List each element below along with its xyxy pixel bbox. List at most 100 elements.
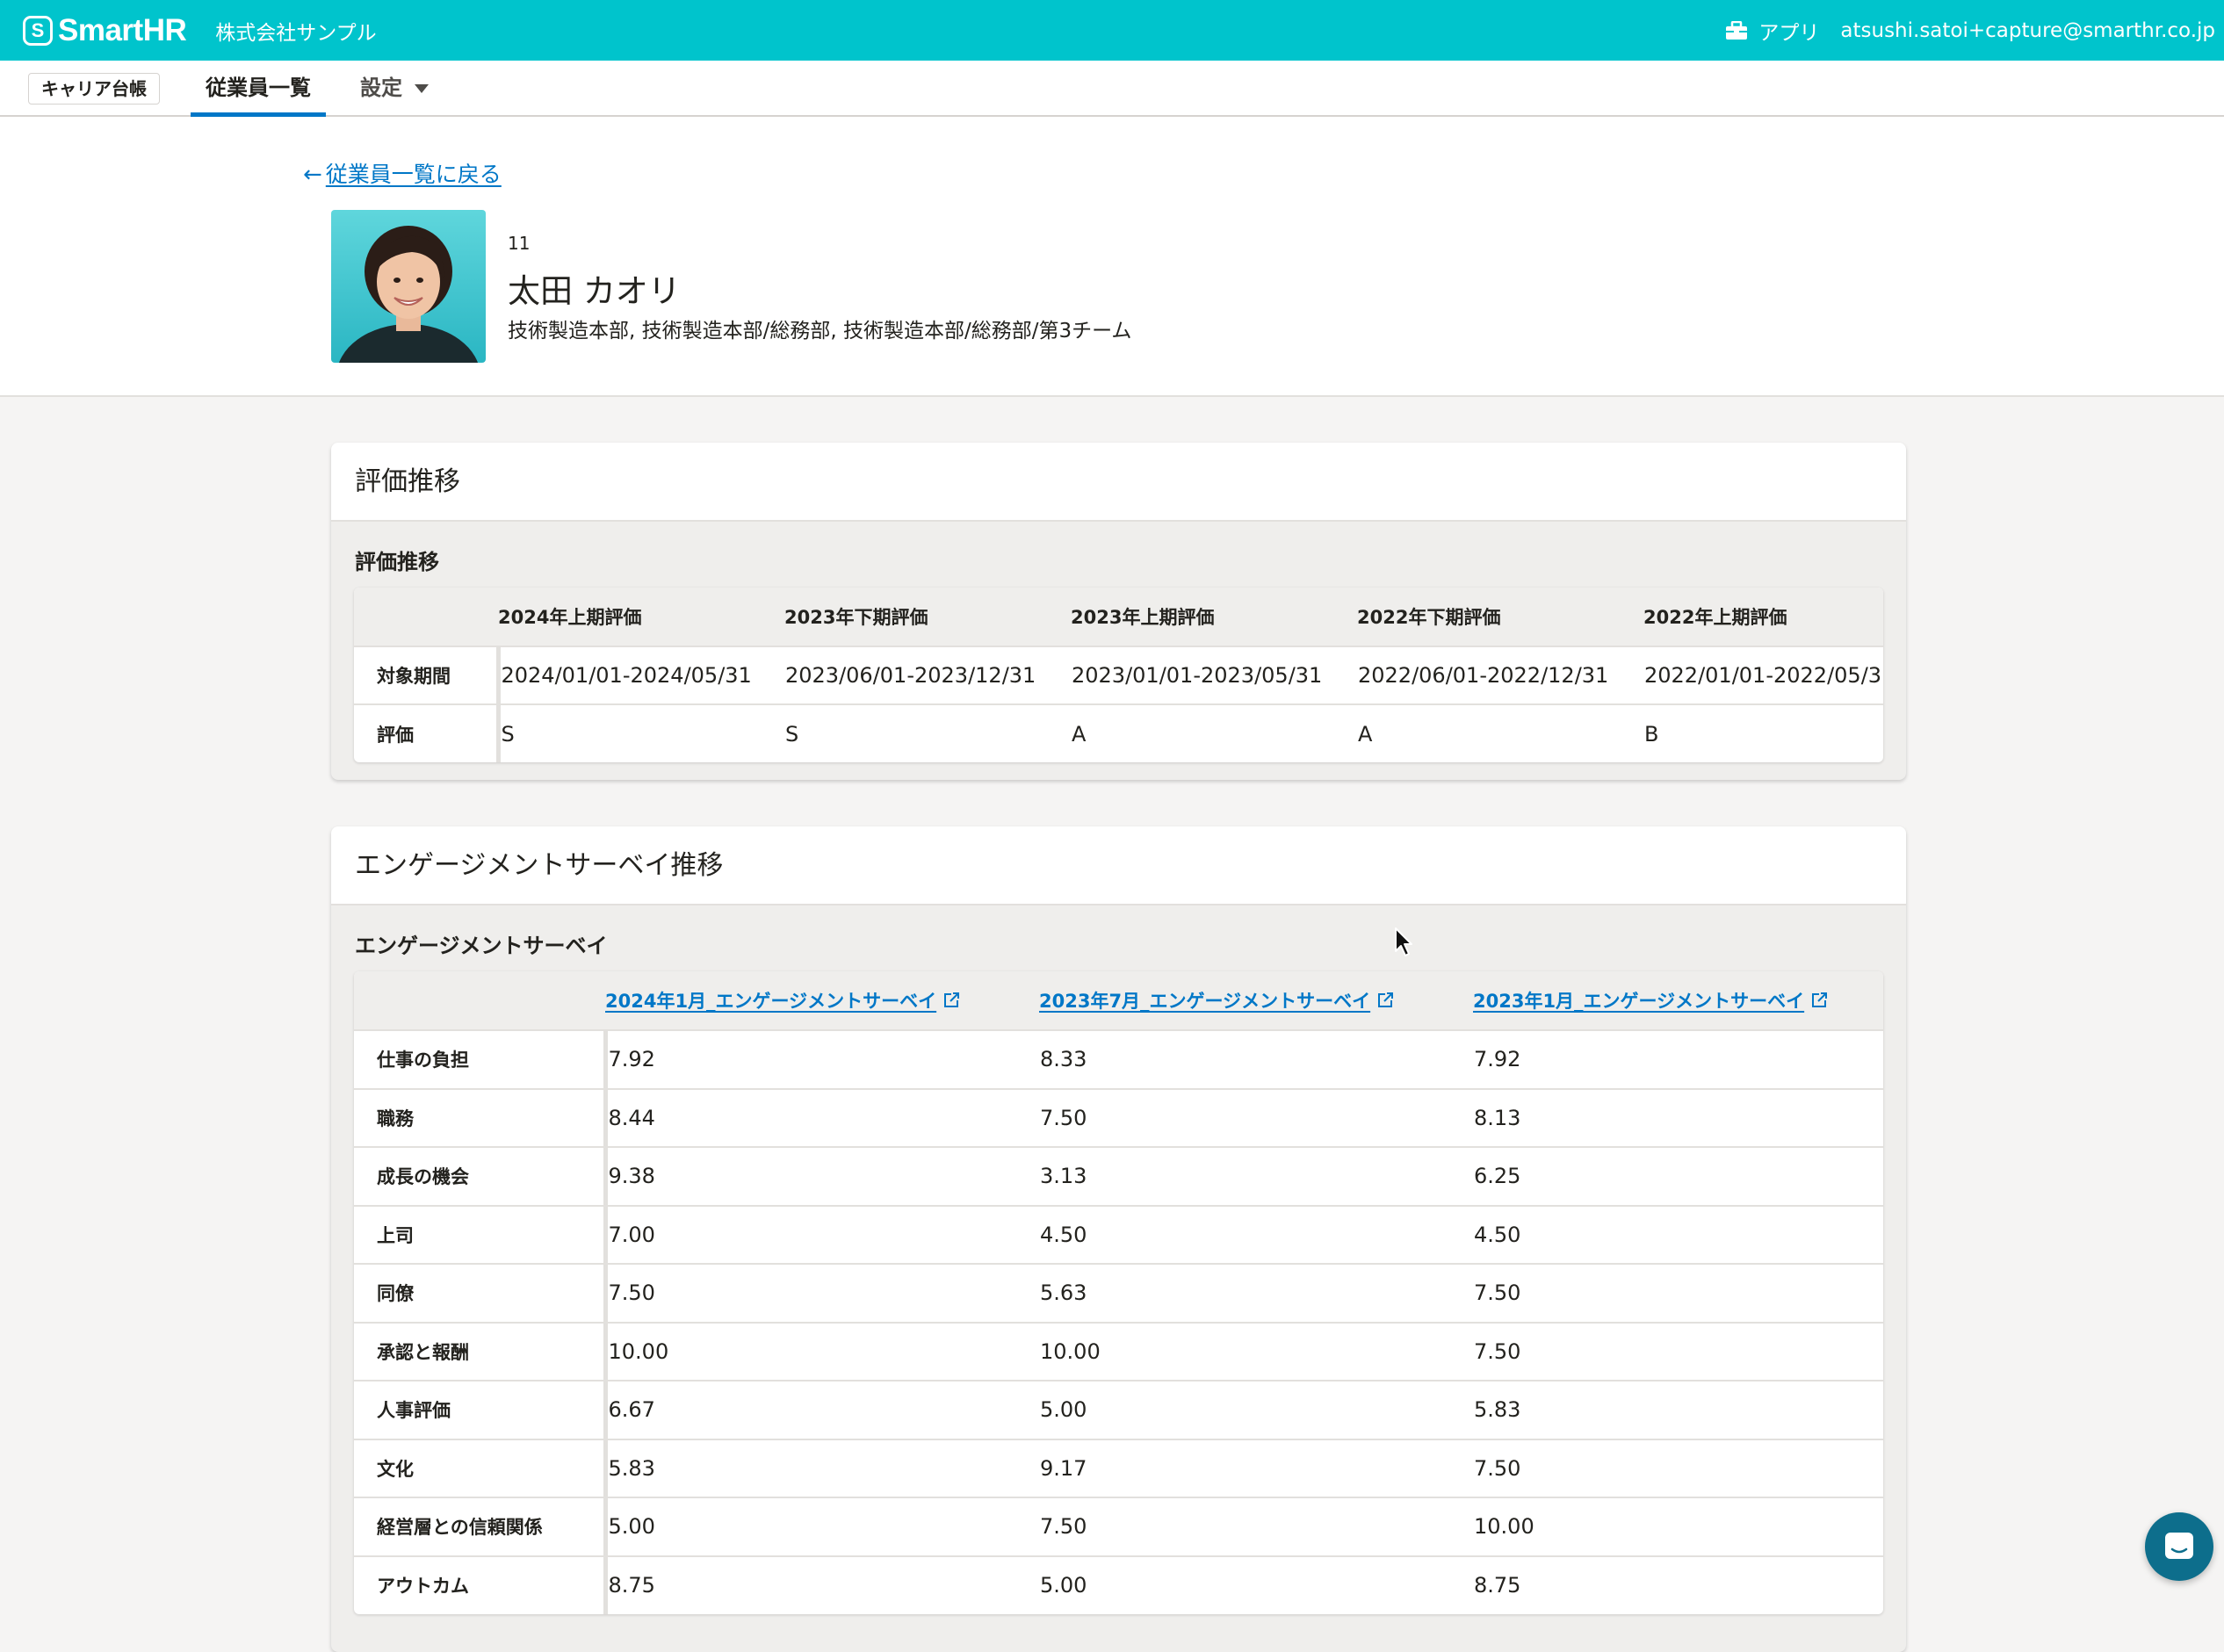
brand-name: SmartHR xyxy=(58,12,187,47)
mouse-cursor-icon xyxy=(1395,927,1412,956)
table-row: 承認と報酬 10.00 10.00 7.50 xyxy=(354,1322,1883,1381)
table-cell: 10.00 xyxy=(1474,1514,1534,1540)
header-right: アプリ atsushi.satoi+capture@smarthr.co.jp xyxy=(1725,0,2215,61)
column-header: 2024年1月_エンゲージメントサーベイ xyxy=(605,971,1039,1030)
employee-photo xyxy=(338,226,479,363)
employee-name: 太田 カオリ xyxy=(508,272,681,310)
table-cell: 2024/01/01-2024/05/31 xyxy=(501,663,752,688)
employee-profile-header: ← 従業員一覧に戻る 11 太田 カオリ 技術製造本部, 技術製造本部/総務部, … xyxy=(0,117,2224,397)
row-header: 同僚 xyxy=(354,1264,608,1323)
survey-link-2024-01[interactable]: 2024年1月_エンゲージメントサーベイ xyxy=(605,991,960,1012)
avatar xyxy=(331,210,486,363)
table-cell: A xyxy=(1072,721,1087,747)
table-cell: A xyxy=(1358,721,1373,747)
table-row: 対象期間 2024/01/01-2024/05/31 2023/06/01-20… xyxy=(354,646,1883,704)
employee-departments: 技術製造本部, 技術製造本部/総務部, 技術製造本部/総務部/第3チーム xyxy=(508,320,1132,343)
back-to-employee-list-link[interactable]: ← 従業員一覧に戻る xyxy=(303,157,502,189)
row-header: 対象期間 xyxy=(354,646,501,704)
survey-link-label: 2023年7月_エンゲージメントサーベイ xyxy=(1039,991,1371,1012)
row-header: 成長の機会 xyxy=(354,1147,608,1206)
survey-link-2023-01[interactable]: 2023年1月_エンゲージメントサーベイ xyxy=(1473,991,1828,1012)
table-cell: 8.75 xyxy=(1474,1573,1521,1598)
table-cell: 8.44 xyxy=(608,1105,655,1130)
table-header-row: 2024年上期評価 2023年下期評価 2023年上期評価 2022年下期評価 … xyxy=(354,588,1883,646)
table-cell: 7.50 xyxy=(1474,1338,1521,1364)
tab-employee-list[interactable]: 従業員一覧 xyxy=(191,61,326,117)
engagement-survey-panel: エンゲージメントサーベイ推移 エンゲージメントサーベイ 2024年1月_エンゲー… xyxy=(331,826,1906,1652)
row-header: 人事評価 xyxy=(354,1381,608,1439)
evaluation-history-panel: 評価推移 評価推移 2024年上期評価 2023年下期評価 2023年上期評価 … xyxy=(331,443,1906,780)
table-cell: B xyxy=(1644,721,1659,747)
table-row: 成長の機会 9.38 3.13 6.25 xyxy=(354,1147,1883,1206)
table-cell: 2023/06/01-2023/12/31 xyxy=(785,663,1036,688)
sub-navigation: キャリア台帳 従業員一覧 設定 xyxy=(0,61,2224,117)
row-header: 経営層との信頼関係 xyxy=(354,1497,608,1556)
chat-support-button[interactable] xyxy=(2145,1512,2213,1581)
table-cell: 8.13 xyxy=(1474,1105,1521,1130)
table-cell: 4.50 xyxy=(1474,1222,1521,1247)
table-cell: 9.38 xyxy=(608,1164,655,1189)
row-header: 承認と報酬 xyxy=(354,1322,608,1381)
external-link-icon xyxy=(944,992,960,1007)
survey-link-label: 2024年1月_エンゲージメントサーベイ xyxy=(605,991,937,1012)
table-cell: 6.67 xyxy=(608,1397,655,1423)
logo-mark-icon: S xyxy=(23,15,53,46)
smarthr-logo[interactable]: S SmartHR xyxy=(23,12,187,48)
table-row: 同僚 7.50 5.63 7.50 xyxy=(354,1264,1883,1323)
table-cell: 7.50 xyxy=(1040,1514,1087,1540)
row-header: 文化 xyxy=(354,1439,608,1497)
table-cell: 7.50 xyxy=(608,1280,655,1306)
survey-link-2023-07[interactable]: 2023年7月_エンゲージメントサーベイ xyxy=(1039,991,1394,1012)
table-row: 評価 S S A A B xyxy=(354,704,1883,762)
engagement-table-container: 2024年1月_エンゲージメントサーベイ 2023年7月_エンゲージメントサーベ… xyxy=(354,971,1883,1614)
table-cell: 7.00 xyxy=(608,1222,655,1247)
table-cell: 10.00 xyxy=(1040,1338,1101,1364)
table-corner-cell xyxy=(354,971,605,1030)
table-cell: 4.50 xyxy=(1040,1222,1087,1247)
arrow-left-icon: ← xyxy=(303,162,322,188)
table-cell: S xyxy=(785,721,799,747)
table-cell: 2022/01/01-2022/05/31 xyxy=(1644,663,1883,688)
chat-icon xyxy=(2165,1533,2193,1559)
table-cell: 7.50 xyxy=(1474,1455,1521,1481)
company-name: 株式会社サンプル xyxy=(215,21,377,45)
external-link-icon xyxy=(1378,992,1394,1007)
user-email-menu[interactable]: atsushi.satoi+capture@smarthr.co.jp xyxy=(1840,19,2215,42)
table-cell: 5.63 xyxy=(1040,1280,1087,1306)
table-cell: 5.00 xyxy=(1040,1573,1087,1598)
tab-settings-label: 設定 xyxy=(360,76,402,100)
chevron-down-icon xyxy=(415,84,429,93)
table-cell: 3.13 xyxy=(1040,1164,1087,1189)
table-row: 職務 8.44 7.50 8.13 xyxy=(354,1088,1883,1147)
engagement-panel-title: エンゲージメントサーベイ推移 xyxy=(331,826,1906,905)
table-cell: 5.83 xyxy=(1474,1397,1521,1423)
column-header: 2024年上期評価 xyxy=(498,588,784,646)
employee-number: 11 xyxy=(508,233,531,254)
table-cell: 7.92 xyxy=(608,1047,655,1072)
app-menu-button[interactable]: アプリ xyxy=(1758,16,1819,46)
toolbox-icon[interactable] xyxy=(1725,20,1748,40)
table-row: アウトカム 8.75 5.00 8.75 xyxy=(354,1555,1883,1614)
column-header: 2022年上期評価 xyxy=(1643,588,1883,646)
table-cell: 2023/01/01-2023/05/31 xyxy=(1072,663,1323,688)
column-header: 2023年1月_エンゲージメントサーベイ xyxy=(1473,971,1883,1030)
table-cell: 7.50 xyxy=(1474,1280,1521,1306)
evaluation-table: 2024年上期評価 2023年下期評価 2023年上期評価 2022年下期評価 … xyxy=(354,588,1883,762)
table-row: 人事評価 6.67 5.00 5.83 xyxy=(354,1381,1883,1439)
survey-link-label: 2023年1月_エンゲージメントサーベイ xyxy=(1473,991,1805,1012)
column-header: 2023年上期評価 xyxy=(1071,588,1357,646)
tab-settings[interactable]: 設定 xyxy=(360,61,429,115)
evaluation-panel-title: 評価推移 xyxy=(331,443,1906,522)
table-row: 文化 5.83 9.17 7.50 xyxy=(354,1439,1883,1497)
row-header: 仕事の負担 xyxy=(354,1030,608,1089)
table-cell: 2022/06/01-2022/12/31 xyxy=(1358,663,1609,688)
top-header: S SmartHR 株式会社サンプル アプリ atsushi.satoi+cap… xyxy=(0,0,2224,61)
engagement-table: 2024年1月_エンゲージメントサーベイ 2023年7月_エンゲージメントサーベ… xyxy=(354,971,1883,1614)
career-book-button[interactable]: キャリア台帳 xyxy=(28,73,160,105)
engagement-section-title: エンゲージメントサーベイ xyxy=(355,934,608,958)
tab-employee-list-label: 従業員一覧 xyxy=(206,76,311,100)
table-cell: S xyxy=(501,721,515,747)
table-cell: 8.33 xyxy=(1040,1047,1087,1072)
table-cell: 5.00 xyxy=(1040,1397,1087,1423)
table-row: 経営層との信頼関係 5.00 7.50 10.00 xyxy=(354,1497,1883,1556)
